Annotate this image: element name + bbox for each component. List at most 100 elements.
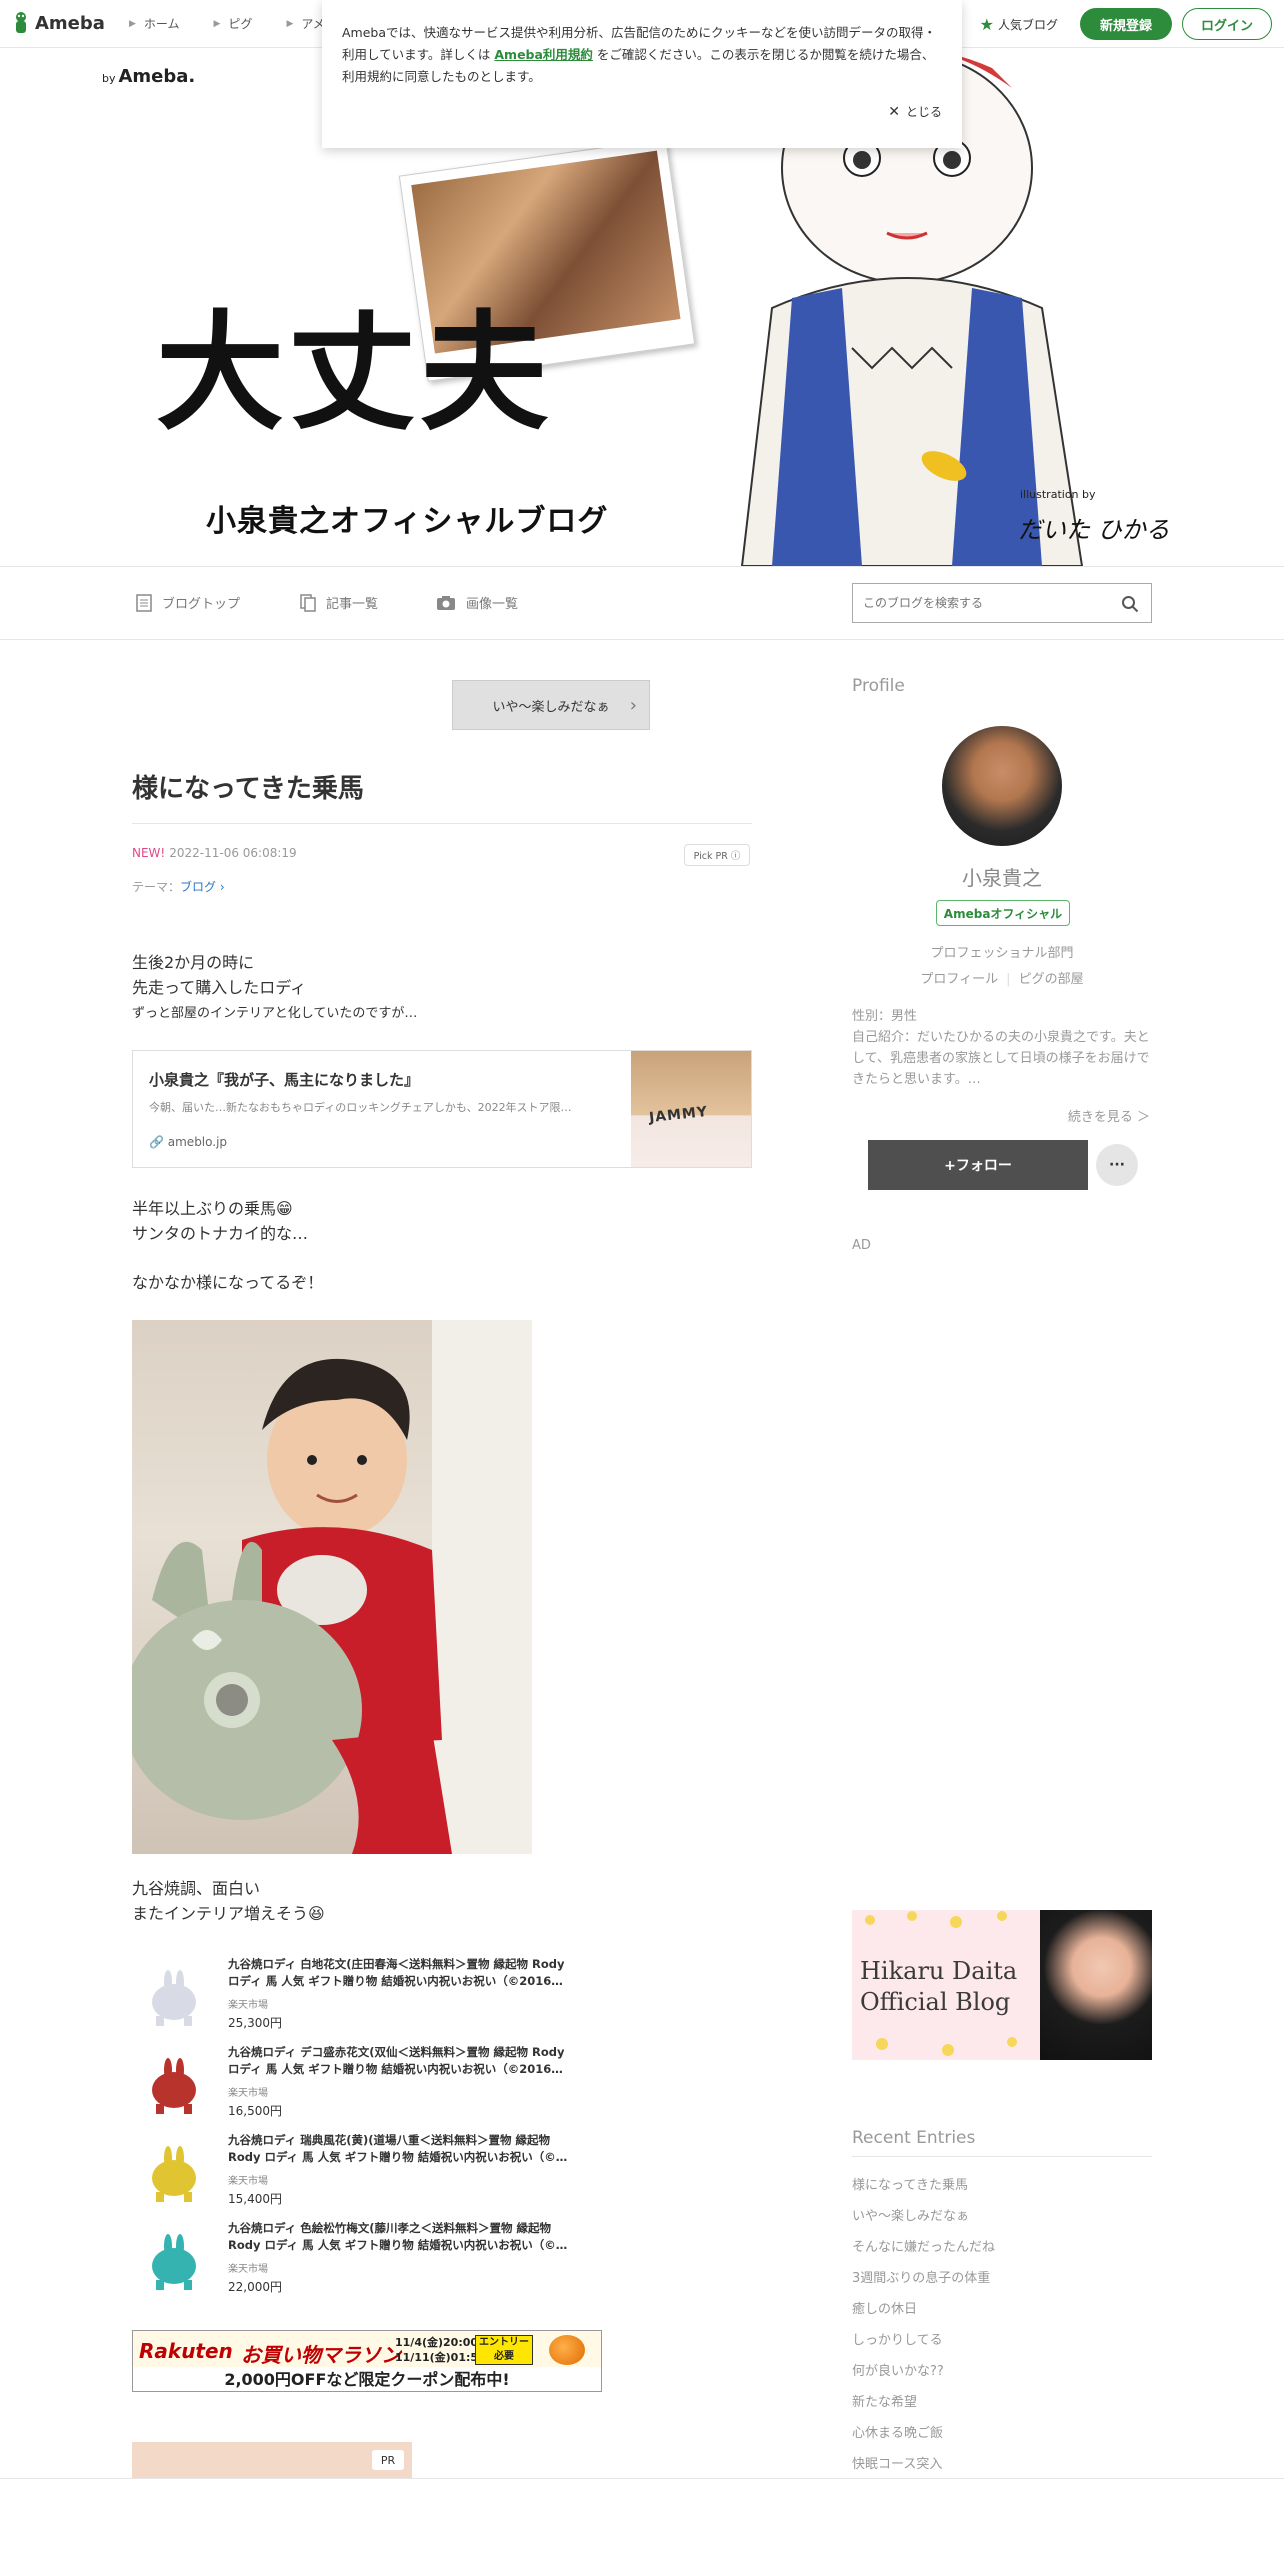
product-item[interactable]: 九谷焼ロディ 色絵松竹梅文(藤川孝之＜送料無料＞置物 縁起物 Rody ロディ … — [132, 2220, 592, 2308]
theme-link[interactable]: ブログ › — [180, 880, 225, 894]
recent-entry-link[interactable]: いや〜楽しみだなぁ — [852, 2201, 1152, 2232]
blog-search-input[interactable] — [853, 584, 1103, 622]
persimmon-icon — [549, 2335, 585, 2365]
pr-badge: PR — [372, 2450, 404, 2470]
pr-ad-card[interactable]: PR — [132, 2442, 412, 2478]
rody-body — [152, 2160, 196, 2196]
illustration-credit: illustration by — [1020, 488, 1096, 501]
rody-body — [152, 2072, 196, 2108]
read-more-link[interactable]: 続きを見る ＞ — [1068, 1106, 1150, 1125]
product-name: 九谷焼ロディ 白地花文(庄田春海＜送料無料＞置物 縁起物 Rody ロディ 馬 … — [228, 1957, 565, 1988]
more-options-button[interactable]: ··· — [1096, 1144, 1138, 1186]
entry-text: 生後2か月の時に — [132, 953, 255, 972]
rakuten-ad-banner[interactable]: Rakuten お買い物マラソン 11/4(金)20:00 11/11(金)01:… — [132, 2330, 602, 2392]
product-shop: 楽天市場 — [228, 2264, 268, 2275]
product-price: 22,000円 — [228, 2280, 282, 2294]
by-ameba-prefix: by — [102, 72, 116, 85]
prev-entry-label: いや〜楽しみだなぁ — [492, 699, 610, 715]
blog-search — [852, 583, 1152, 623]
pick-pr-button[interactable]: Pick PR ⓘ — [684, 844, 750, 866]
page-bottom-divider — [0, 2478, 1284, 2568]
hikaru-daita-blog-banner[interactable]: Hikaru Daita Official Blog — [852, 1910, 1152, 2060]
link-card-domain-label: ameblo.jp — [167, 1135, 228, 1149]
rody-ear — [176, 2058, 184, 2082]
banner-title: 大丈夫 — [156, 299, 553, 448]
document-icon — [136, 593, 152, 612]
entry-text: ずっと部屋のインテリアと化していたのですが… — [132, 1006, 418, 1021]
ameba-logo-text: Ameba — [35, 13, 105, 34]
ameba-mascot-icon — [16, 11, 26, 33]
login-button[interactable]: ログイン — [1182, 8, 1272, 40]
product-shop: 楽天市場 — [228, 2088, 268, 2099]
rody-body — [152, 1984, 196, 2020]
nav-entry-list-label: 記事一覧 — [326, 597, 379, 612]
recent-entry-link[interactable]: 新たな希望 — [852, 2387, 1152, 2418]
chevron-right-icon: ▶ — [286, 18, 294, 29]
product-shop: 楽天市場 — [228, 2176, 268, 2187]
product-item[interactable]: 九谷焼ロディ デコ盛赤花文(双仙＜送料無料＞置物 縁起物 Rody ロディ 馬 … — [132, 2044, 592, 2132]
nav-entry-list[interactable]: 記事一覧 — [300, 593, 378, 612]
ranking-link[interactable]: ★ 人気ブログ — [980, 15, 1058, 34]
register-button[interactable]: 新規登録 — [1080, 8, 1172, 40]
crown-icon: ★ — [979, 14, 994, 34]
divider: | — [1006, 972, 1011, 987]
blog-nav: ブログトップ 記事一覧 画像一覧 — [0, 566, 1284, 640]
link-card[interactable]: 小泉貴之『我が子、馬主になりました』 今朝、届いた…新たなおもちゃロディのロッキ… — [132, 1050, 752, 1168]
cookie-consent-popup: Amebaでは、快適なサービス提供や利用分析、広告配信のためにクッキーなどを使い… — [322, 0, 962, 148]
link-icon: 🔗 — [149, 1135, 168, 1149]
product-item[interactable]: 九谷焼ロディ 瑞典風花(黄)(道場八重＜送料無料＞置物 縁起物 Rody ロディ… — [132, 2132, 592, 2220]
rakuten-coupon-text: 2,000円OFFなど限定クーポン配布中! — [133, 2367, 601, 2391]
rody-leg — [156, 2016, 164, 2026]
rody-ear — [176, 2146, 184, 2170]
follow-button[interactable]: +フォロー — [868, 1140, 1088, 1190]
product-item[interactable]: 九谷焼ロディ 白地花文(庄田春海＜送料無料＞置物 縁起物 Rody ロディ 馬 … — [132, 1956, 592, 2044]
profile-intro: 自己紹介：だいたひかるの夫の小泉貴之です。夫として、乳癌患者の家族として日頃の様… — [852, 1030, 1150, 1087]
search-icon[interactable] — [1121, 595, 1139, 613]
ameba-logo[interactable]: Ameba — [12, 11, 105, 37]
nav-blog-top[interactable]: ブログトップ — [136, 593, 240, 612]
rody-leg — [156, 2104, 164, 2114]
nav-home[interactable]: ▶ ホーム — [129, 15, 180, 32]
profile-category[interactable]: プロフェッショナル部門 — [852, 942, 1152, 961]
banner-title: Hikaru Daita Official Blog — [860, 1956, 1017, 2018]
entry-text: 九谷焼調、面白い — [132, 1879, 261, 1898]
rakuten-campaign-title: お買い物マラソン — [241, 2343, 401, 2367]
cookie-close-button[interactable]: ✕ とじる — [888, 103, 942, 120]
chevron-right-icon: ▶ — [128, 18, 136, 29]
nav-pig[interactable]: ▶ ピグ — [214, 15, 253, 32]
rody-leg — [184, 2016, 192, 2026]
rody-figure-image — [152, 2146, 196, 2202]
recent-entry-link[interactable]: 癒しの休日 — [852, 2294, 1152, 2325]
pig-room-link[interactable]: ピグの部屋 — [1019, 972, 1084, 987]
recent-entry-link[interactable]: 何が良いかな?? — [852, 2356, 1152, 2387]
recent-entry-link[interactable]: 様になってきた乗馬 — [852, 2170, 1152, 2201]
recent-entry-link[interactable]: 心休まる晩ご飯 — [852, 2418, 1152, 2449]
ad-label: AD — [852, 1238, 871, 1253]
recent-entry-link[interactable]: 3週間ぶりの息子の体重 — [852, 2263, 1152, 2294]
recent-entry-link[interactable]: そんなに嫌だったんだね — [852, 2232, 1152, 2263]
prev-entry-button[interactable]: いや〜楽しみだなぁ › — [452, 680, 650, 730]
nav-image-list[interactable]: 画像一覧 — [436, 593, 518, 612]
by-ameba-brand: Ameba. — [118, 66, 196, 87]
new-badge: NEW! — [132, 846, 166, 860]
banner-title-line2: Official Blog — [860, 1988, 1011, 2016]
rody-leg — [156, 2280, 164, 2290]
recent-entry-link[interactable]: しっかりしてる — [852, 2325, 1152, 2356]
profile-name[interactable]: 小泉貴之 — [852, 862, 1152, 891]
nav-pig-label: ピグ — [228, 17, 253, 31]
entry-text: 先走って購入したロディ — [132, 978, 307, 997]
rody-ear — [176, 2234, 184, 2258]
avatar[interactable] — [942, 726, 1062, 846]
terms-link[interactable]: Ameba利用規約 — [494, 47, 593, 62]
product-list: 九谷焼ロディ 白地花文(庄田春海＜送料無料＞置物 縁起物 Rody ロディ 馬 … — [132, 1956, 592, 2308]
rody-ear — [164, 2058, 172, 2082]
product-price: 16,500円 — [228, 2104, 282, 2118]
recent-entries-heading: Recent Entries — [852, 2128, 1152, 2157]
link-card-title: 小泉貴之『我が子、馬主になりました』 — [149, 1071, 420, 1089]
baby-on-rody-photo[interactable] — [132, 1320, 532, 1854]
recent-entry-link[interactable]: 快眠コース突入 — [852, 2449, 1152, 2480]
rody-leg — [184, 2280, 192, 2290]
product-shop: 楽天市場 — [228, 2000, 268, 2011]
profile-link[interactable]: プロフィール — [920, 972, 998, 987]
link-card-domain: 🔗 ameblo.jp — [149, 1135, 227, 1149]
